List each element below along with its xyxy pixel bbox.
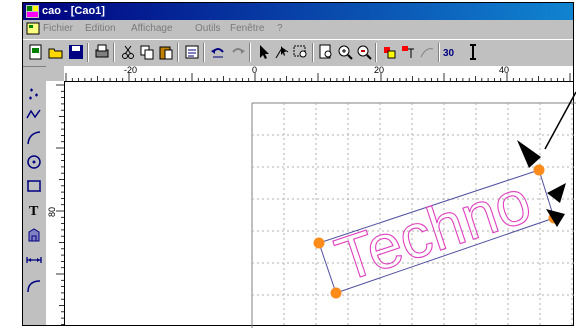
- window-title: cao - [Cao1]: [42, 5, 105, 17]
- toolbar-separator: [438, 43, 440, 62]
- layer-icon[interactable]: [399, 43, 417, 61]
- paste-icon[interactable]: [157, 43, 175, 61]
- stamp-tool-icon[interactable]: [25, 226, 43, 244]
- circle-tool-icon[interactable]: [25, 153, 43, 171]
- rectangle-tool-icon[interactable]: [25, 177, 43, 195]
- toolbar-separator: [312, 43, 314, 62]
- arc-tool-icon[interactable]: [25, 277, 43, 295]
- menu-fenetre[interactable]: Fenêtre: [230, 21, 264, 37]
- menu-help[interactable]: ?: [277, 21, 283, 37]
- app-window: cao - [Cao1] Fichier Edition Affichage O…: [22, 2, 574, 326]
- zoom-in-icon[interactable]: [336, 43, 354, 61]
- menu-fichier[interactable]: Fichier: [43, 21, 73, 37]
- toolbar-separator: [375, 43, 377, 62]
- document-icon[interactable]: [26, 22, 40, 35]
- polyline-tool-icon[interactable]: [25, 106, 43, 124]
- copy-icon[interactable]: [138, 43, 156, 61]
- print-icon[interactable]: [93, 43, 111, 61]
- node-edit-icon[interactable]: [273, 43, 291, 61]
- new-icon[interactable]: [27, 43, 45, 61]
- cut-icon[interactable]: [119, 43, 137, 61]
- left-toolbar: T: [23, 81, 45, 325]
- hruler-label: 40: [499, 65, 510, 75]
- vertical-ruler-ticks: [56, 84, 64, 325]
- menu-bar: Fichier Edition Affichage Outils Fenêtre…: [23, 21, 573, 37]
- vruler-label: 80: [47, 206, 57, 217]
- horizontal-ruler: -20 0 20 40: [64, 65, 573, 82]
- toolbar-separator: [203, 43, 205, 62]
- curve-tool-icon[interactable]: [25, 129, 43, 147]
- redo-icon[interactable]: [229, 43, 247, 61]
- title-bar[interactable]: cao - [Cao1]: [23, 3, 573, 20]
- undo-icon[interactable]: [209, 43, 227, 61]
- drawing-canvas[interactable]: [65, 82, 573, 325]
- toolbar-separator: [87, 43, 89, 62]
- toolbar-separator: [113, 43, 115, 62]
- toolbar-separator: [177, 43, 179, 62]
- dimension-tool-icon[interactable]: [25, 251, 43, 269]
- 3d-button-label: 30: [443, 48, 455, 59]
- vertical-ruler: 80: [46, 81, 65, 325]
- ruler-corner: [46, 66, 64, 81]
- menu-outils[interactable]: Outils: [195, 21, 221, 37]
- hruler-label: 0: [252, 65, 258, 75]
- menu-affichage[interactable]: Affichage: [131, 21, 173, 37]
- 3d-button[interactable]: 30: [443, 43, 465, 61]
- text-tool-icon[interactable]: T: [25, 201, 43, 219]
- svg-text:T: T: [29, 204, 39, 219]
- horizontal-ruler-ticks: [65, 73, 571, 81]
- zoom-page-icon[interactable]: [317, 43, 335, 61]
- open-icon[interactable]: [47, 43, 65, 61]
- zoom-window-icon[interactable]: [292, 43, 310, 61]
- properties-icon[interactable]: [183, 43, 201, 61]
- toolbar: 30: [23, 39, 573, 67]
- measure-icon[interactable]: [418, 43, 436, 61]
- toolbar-separator: [249, 43, 251, 62]
- layer-color-icon[interactable]: [380, 43, 398, 61]
- select-arrow-icon[interactable]: [254, 43, 272, 61]
- point-tool-icon[interactable]: [25, 85, 43, 103]
- hruler-label: 20: [374, 65, 385, 75]
- app-icon: [26, 5, 39, 18]
- extra-tool-icon[interactable]: [465, 43, 483, 61]
- save-icon[interactable]: [67, 43, 85, 61]
- hruler-label: -20: [124, 65, 138, 75]
- zoom-out-icon[interactable]: [355, 43, 373, 61]
- menu-edition[interactable]: Edition: [85, 21, 116, 37]
